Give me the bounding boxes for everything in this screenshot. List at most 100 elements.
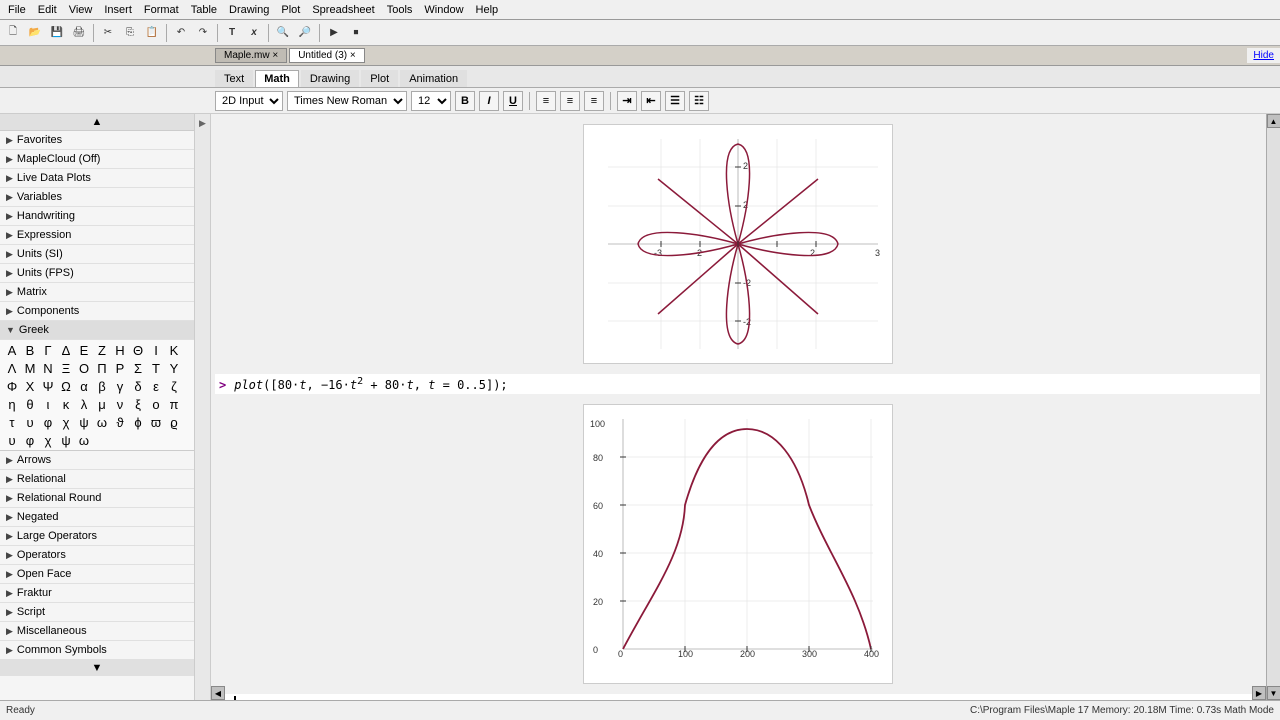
greek-Pi[interactable]: Π <box>94 360 110 376</box>
open-button[interactable]: 📂 <box>25 23 45 43</box>
greek-Upsilon[interactable]: Υ <box>166 360 182 376</box>
greek-chi[interactable]: χ <box>58 414 74 430</box>
redo-button[interactable]: ↷ <box>193 23 213 43</box>
greek-nu[interactable]: ν <box>112 396 128 412</box>
scrollbar-right[interactable]: ▶ <box>1252 686 1266 700</box>
align-right-button[interactable]: ≡ <box>584 91 604 111</box>
sidebar-item-units-si[interactable]: ▶ Units (SI) <box>0 245 194 264</box>
sidebar-item-maplecloud[interactable]: ▶ MapleCloud (Off) <box>0 150 194 169</box>
greek-Alpha[interactable]: Α <box>4 342 20 358</box>
menu-help[interactable]: Help <box>470 4 505 16</box>
greek-mu[interactable]: μ <box>94 396 110 412</box>
greek-upsilon2[interactable]: υ <box>4 432 20 448</box>
plot1-container[interactable]: 3 2 -2 -3 2 -2 -2 2 <box>215 124 1260 364</box>
menu-window[interactable]: Window <box>418 4 469 16</box>
sidebar-item-live-data[interactable]: ▶ Live Data Plots <box>0 169 194 188</box>
doc-tab-untitled[interactable]: Untitled (3) × <box>289 48 365 63</box>
menu-spreadsheet[interactable]: Spreadsheet <box>306 4 380 16</box>
greek-pi[interactable]: π <box>166 396 182 412</box>
save-button[interactable]: 💾 <box>47 23 67 43</box>
menu-insert[interactable]: Insert <box>98 4 138 16</box>
greek-Eta[interactable]: Η <box>112 342 128 358</box>
greek-alpha[interactable]: α <box>76 378 92 394</box>
greek-omicron[interactable]: ο <box>148 396 164 412</box>
greek-xi[interactable]: ξ <box>130 396 146 412</box>
menu-format[interactable]: Format <box>138 4 185 16</box>
greek-Delta[interactable]: Δ <box>58 342 74 358</box>
greek-Gamma[interactable]: Γ <box>40 342 56 358</box>
menu-view[interactable]: View <box>63 4 99 16</box>
greek-tau2[interactable]: τ <box>4 414 20 430</box>
greek-Psi[interactable]: Ψ <box>40 378 56 394</box>
undo-button[interactable]: ↶ <box>171 23 191 43</box>
stop-button[interactable]: ⏹ <box>346 23 366 43</box>
align-center-button[interactable]: ≡ <box>560 91 580 111</box>
sidebar-item-units-fps[interactable]: ▶ Units (FPS) <box>0 264 194 283</box>
sidebar-item-components[interactable]: ▶ Components <box>0 302 194 321</box>
sidebar-item-negated[interactable]: ▶ Negated <box>0 508 194 527</box>
greek-upsilon[interactable]: υ <box>22 414 38 430</box>
greek-varphi[interactable]: ϕ <box>130 414 146 430</box>
execute-button[interactable]: ▶ <box>324 23 344 43</box>
new-button[interactable]: 🗋 <box>3 23 23 43</box>
zoom-out-button[interactable]: 🔎 <box>295 23 315 43</box>
menu-edit[interactable]: Edit <box>32 4 63 16</box>
print-button[interactable]: 🖨 <box>69 23 89 43</box>
plot2-container[interactable]: 0 100 200 300 400 0 20 40 60 80 100 <box>215 404 1260 684</box>
greek-Theta[interactable]: Θ <box>130 342 146 358</box>
font-select[interactable]: Times New Roman Arial Courier <box>287 91 407 111</box>
greek-Zeta[interactable]: Ζ <box>94 342 110 358</box>
greek-Mu[interactable]: Μ <box>22 360 38 376</box>
sidebar-item-variables[interactable]: ▶ Variables <box>0 188 194 207</box>
tab-math[interactable]: Math <box>255 70 299 87</box>
align-left-button[interactable]: ≡ <box>536 91 556 111</box>
scrollbar-up[interactable]: ▲ <box>1267 114 1280 128</box>
tab-text[interactable]: Text <box>215 70 253 87</box>
list-button[interactable]: ☰ <box>665 91 685 111</box>
greek-theta[interactable]: θ <box>22 396 38 412</box>
greek-omega[interactable]: ω <box>94 414 110 430</box>
greek-eta[interactable]: η <box>4 396 20 412</box>
greek-Omega[interactable]: Ω <box>58 378 74 394</box>
scrollbar-left[interactable]: ◀ <box>211 686 225 700</box>
menu-plot[interactable]: Plot <box>275 4 306 16</box>
greek-Tau[interactable]: Τ <box>148 360 164 376</box>
menu-table[interactable]: Table <box>185 4 223 16</box>
greek-Rho[interactable]: Ρ <box>112 360 128 376</box>
greek-omega2[interactable]: ω <box>76 432 92 448</box>
greek-gamma[interactable]: γ <box>112 378 128 394</box>
greek-Lambda[interactable]: Λ <box>4 360 20 376</box>
greek-delta[interactable]: δ <box>130 378 146 394</box>
sidebar-item-common-symbols[interactable]: ▶ Common Symbols <box>0 641 194 660</box>
sidebar-item-arrows[interactable]: ▶ Arrows <box>0 451 194 470</box>
greek-Chi[interactable]: Χ <box>22 378 38 394</box>
sidebar-item-large-operators[interactable]: ▶ Large Operators <box>0 527 194 546</box>
greek-zeta[interactable]: ζ <box>166 378 182 394</box>
zoom-in-button[interactable]: 🔍 <box>273 23 293 43</box>
tab-plot[interactable]: Plot <box>361 70 398 87</box>
sidebar-item-relational[interactable]: ▶ Relational <box>0 470 194 489</box>
input-mode-select[interactable]: 2D Input 1D Input <box>215 91 283 111</box>
sidebar-item-fraktur[interactable]: ▶ Fraktur <box>0 584 194 603</box>
greek-Xi[interactable]: Ξ <box>58 360 74 376</box>
greek-psi[interactable]: ψ <box>76 414 92 430</box>
scrollbar-down[interactable]: ▼ <box>1267 686 1280 700</box>
sidebar-item-matrix[interactable]: ▶ Matrix <box>0 283 194 302</box>
greek-Kappa[interactable]: Κ <box>166 342 182 358</box>
greek-beta[interactable]: β <box>94 378 110 394</box>
sidebar-item-operators[interactable]: ▶ Operators <box>0 546 194 565</box>
hide-button[interactable]: Hide <box>1253 50 1274 61</box>
tab-drawing[interactable]: Drawing <box>301 70 359 87</box>
sidebar-item-expression[interactable]: ▶ Expression <box>0 226 194 245</box>
greek-Beta[interactable]: Β <box>22 342 38 358</box>
sidebar-item-miscellaneous[interactable]: ▶ Miscellaneous <box>0 622 194 641</box>
sidebar-scroll-down[interactable]: ▼ <box>0 660 194 676</box>
menu-drawing[interactable]: Drawing <box>223 4 275 16</box>
greek-Iota[interactable]: Ι <box>148 342 164 358</box>
tab-animation[interactable]: Animation <box>400 70 467 87</box>
greek-Epsilon[interactable]: Ε <box>76 342 92 358</box>
greek-varrho[interactable]: ϱ <box>166 414 182 430</box>
italic-button[interactable]: I <box>479 91 499 111</box>
text-mode-button[interactable]: T <box>222 23 242 43</box>
greek-Phi[interactable]: Φ <box>4 378 20 394</box>
